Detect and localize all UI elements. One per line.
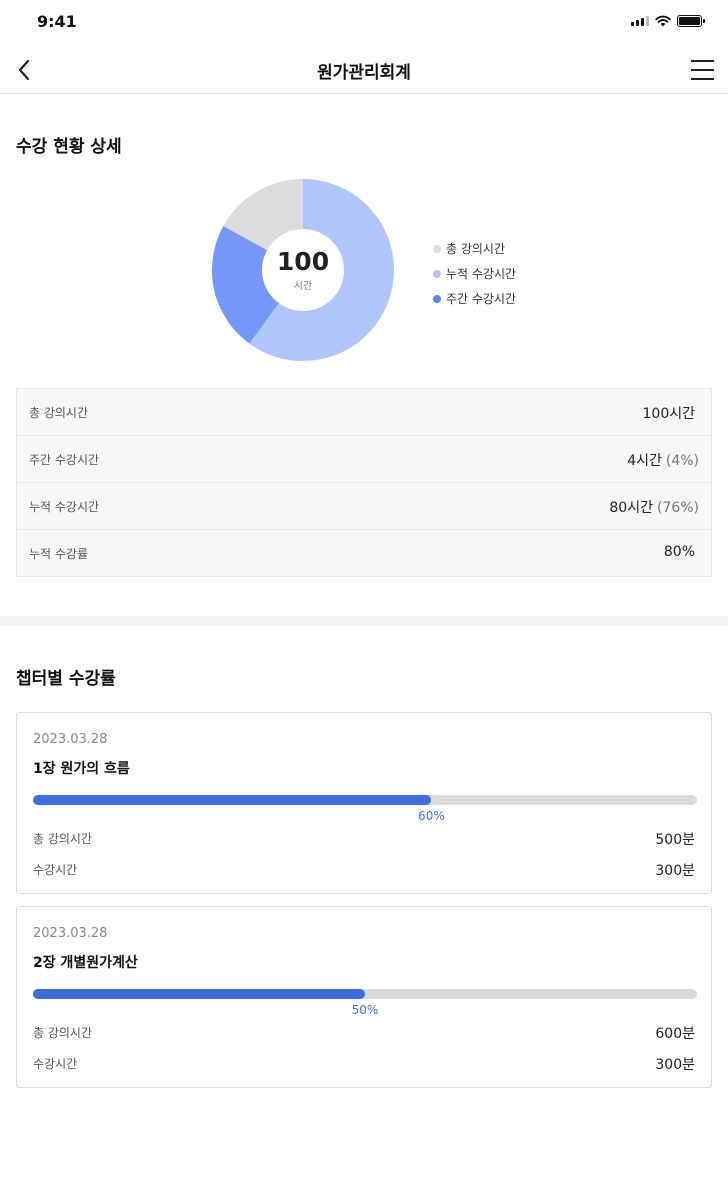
legend-label: 주간 수강시간 — [446, 292, 517, 306]
stat-row-total-lecture-time: 총 강의시간 100시간 — [17, 389, 711, 436]
chapter-date: 2023.03.28 — [33, 732, 108, 747]
wifi-icon — [655, 15, 671, 27]
stat-row-cumulative-time: 누적 수강시간 80시간 (76%) — [17, 483, 711, 530]
stat-value-text: 100시간 — [642, 406, 695, 422]
chapter-total-value: 500분 — [655, 832, 695, 848]
status-icons — [631, 15, 705, 27]
cellular-signal-icon — [631, 16, 649, 26]
stat-value-text: 80% — [663, 544, 695, 560]
chapter-progress-fill — [33, 795, 432, 805]
legend-dot — [433, 244, 441, 253]
status-time: 9:41 — [37, 12, 77, 31]
stat-label: 주간 수강시간 — [29, 453, 100, 467]
chapter-progress-fill — [33, 989, 365, 999]
chapter-card[interactable]: 2023.03.28 1장 원가의 흐름 60% 총 강의시간 500분 수강시… — [16, 712, 712, 894]
chapter-progress-label: 60% — [418, 809, 445, 823]
stat-row-weekly-time: 주간 수강시간 4시간 (4%) — [17, 436, 711, 483]
legend-label: 총 강의시간 — [446, 242, 506, 256]
stat-percent: (76%) — [656, 500, 699, 516]
donut-center-unit: 시간 — [293, 281, 313, 292]
stat-label: 누적 수강률 — [29, 547, 89, 561]
stat-percent: (4%) — [665, 453, 699, 469]
stat-value-text: 80시간 — [609, 500, 653, 516]
chapter-card[interactable]: 2023.03.28 2장 개별원가계산 50% 총 강의시간 600분 수강시… — [16, 906, 712, 1088]
stat-value: 80% — [664, 544, 699, 560]
hamburger-icon-line — [690, 78, 714, 80]
status-bar: 9:41 — [0, 0, 728, 46]
stat-value: 4시간 (4%) — [627, 450, 699, 470]
legend-dot — [433, 269, 441, 278]
chapter-progress-label: 50% — [351, 1003, 379, 1017]
battery-icon — [677, 15, 705, 27]
app-header: 원가관리회계 — [0, 46, 728, 94]
stat-row-cumulative-rate: 누적 수강률 80% — [17, 530, 711, 576]
hamburger-icon-line — [690, 60, 714, 62]
chapter-total-label: 총 강의시간 — [33, 1026, 93, 1040]
legend-item: 총 강의시간 — [433, 236, 516, 261]
progress-donut-chart: 100 시간 — [212, 179, 394, 361]
chapter-total-label: 총 강의시간 — [33, 832, 93, 846]
chapter-date: 2023.03.28 — [33, 926, 108, 941]
summary-section-title: 수강 현황 상세 — [16, 137, 122, 157]
chapter-watched-label: 수강시간 — [33, 1057, 78, 1071]
chapter-progress-bar — [33, 795, 697, 805]
stat-value: 80시간 (76%) — [609, 497, 699, 517]
chapter-title: 2장 개별원가계산 — [33, 955, 138, 971]
chapter-watched-value: 300분 — [655, 1057, 695, 1073]
chart-legend: 총 강의시간 누적 수강시간 주간 수강시간 — [433, 236, 516, 311]
stat-label: 누적 수강시간 — [29, 500, 100, 514]
stat-value-text: 4시간 — [627, 453, 662, 469]
chapter-watched-value: 300분 — [655, 863, 695, 879]
section-divider — [0, 616, 728, 626]
chapter-watched-label: 수강시간 — [33, 863, 78, 877]
menu-button[interactable] — [688, 56, 716, 84]
donut-center: 100 시간 — [212, 179, 394, 361]
stat-label: 총 강의시간 — [29, 406, 89, 420]
chapter-title: 1장 원가의 흐름 — [33, 761, 130, 777]
legend-label: 누적 수강시간 — [446, 267, 517, 281]
legend-item: 주간 수강시간 — [433, 286, 516, 311]
legend-item: 누적 수강시간 — [433, 261, 516, 286]
hamburger-icon-line — [690, 69, 714, 71]
summary-stats-table: 총 강의시간 100시간 주간 수강시간 4시간 (4%) 누적 수강시간 80시… — [16, 388, 712, 577]
page-title: 원가관리회계 — [317, 63, 411, 83]
chapter-progress-bar — [33, 989, 697, 999]
chapter-total-value: 600분 — [655, 1026, 695, 1042]
chapters-section-title: 챕터별 수강률 — [16, 669, 116, 689]
donut-center-value: 100 — [276, 247, 330, 276]
stat-value: 100시간 — [643, 403, 699, 423]
legend-dot — [433, 294, 441, 303]
